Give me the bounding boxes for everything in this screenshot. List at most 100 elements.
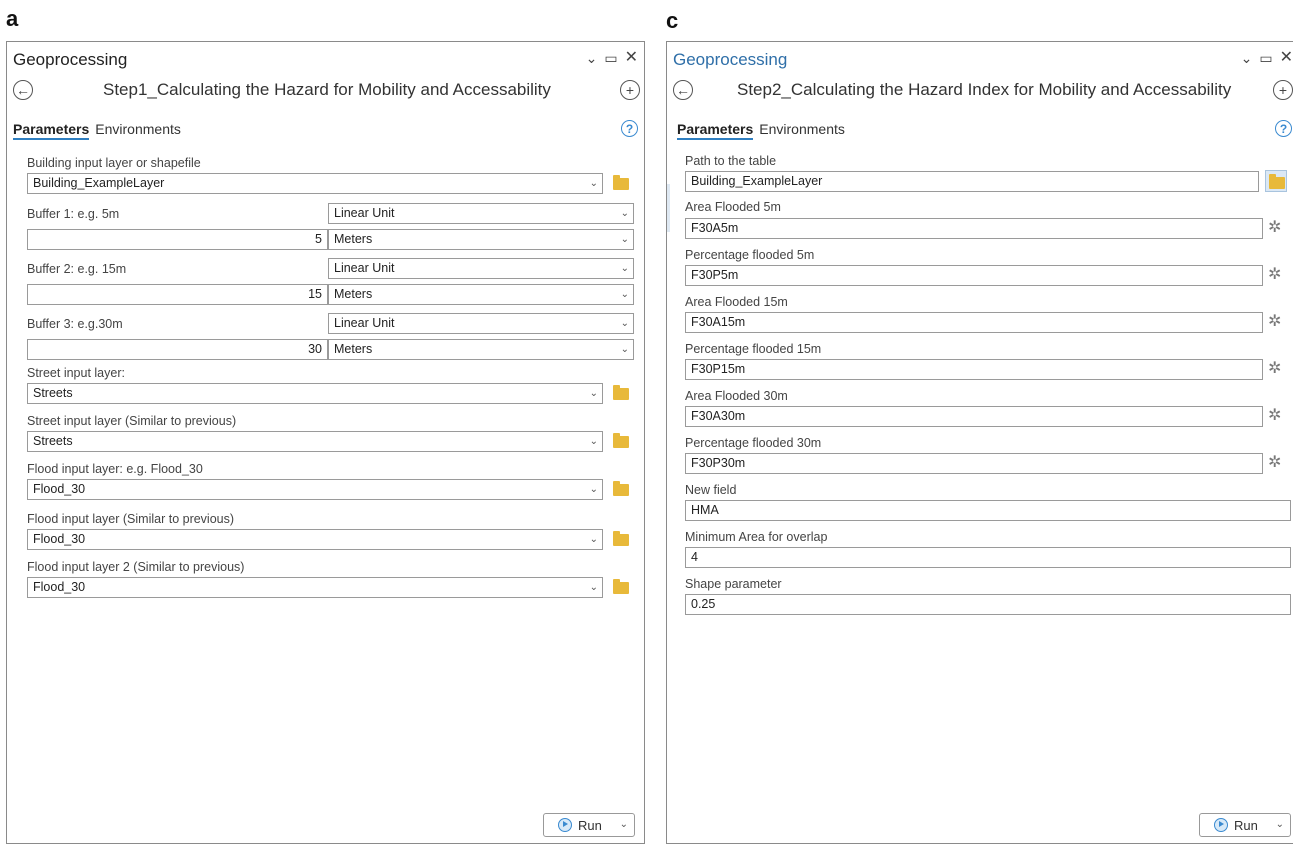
gear-icon[interactable]: ✲ bbox=[1268, 455, 1281, 471]
folder-icon[interactable] bbox=[613, 481, 629, 496]
field-value: Streets bbox=[33, 386, 73, 400]
chevron-down-icon: ⌄ bbox=[620, 208, 629, 219]
street2-input-select[interactable]: Streets ⌄ bbox=[27, 431, 603, 452]
chevron-down-icon[interactable]: ⌄ bbox=[1276, 819, 1284, 830]
param-label: Percentage flooded 15m bbox=[685, 342, 822, 356]
chevron-down-icon: ⌄ bbox=[620, 344, 629, 355]
pane-title: Geoprocessing bbox=[13, 50, 128, 69]
folder-icon[interactable] bbox=[613, 531, 629, 546]
percentage-flooded-30m-field[interactable]: F30P30m bbox=[685, 453, 1263, 474]
param-label: New field bbox=[685, 483, 737, 497]
chevron-down-icon: ⌄ bbox=[589, 436, 598, 447]
buffer3-type-select[interactable]: Linear Unit ⌄ bbox=[328, 313, 634, 334]
panel-letter-a: a bbox=[6, 6, 19, 31]
buffer3-unit-select[interactable]: Meters ⌄ bbox=[328, 339, 634, 360]
buffer1-type-select[interactable]: Linear Unit ⌄ bbox=[328, 203, 634, 224]
field-value: Meters bbox=[334, 287, 373, 301]
tool-nav-row: ← Step2_Calculating the Hazard Index for… bbox=[667, 78, 1293, 108]
param-label: Shape parameter bbox=[685, 577, 782, 591]
tab-parameters[interactable]: Parameters bbox=[13, 121, 90, 140]
geoprocessing-pane-a: Geoprocessing ⌄ ▭ ✕ ← Step1_Calculating … bbox=[6, 41, 645, 844]
param-label: Percentage flooded 5m bbox=[685, 248, 815, 262]
field-value: Linear Unit bbox=[334, 261, 395, 275]
help-icon[interactable]: ? bbox=[1275, 120, 1292, 137]
gear-icon[interactable]: ✲ bbox=[1268, 220, 1281, 236]
back-arrow-icon[interactable]: ← bbox=[13, 80, 33, 100]
add-icon[interactable]: + bbox=[1273, 80, 1293, 100]
param-label: Flood input layer 2 (Similar to previous… bbox=[27, 560, 245, 574]
param-label: Buffer 2: e.g. 15m bbox=[27, 262, 127, 276]
gear-icon[interactable]: ✲ bbox=[1268, 267, 1281, 283]
tool-title: Step2_Calculating the Hazard Index for M… bbox=[737, 80, 1232, 99]
chevron-down-icon[interactable]: ⌄ bbox=[1241, 50, 1253, 66]
run-label: Run bbox=[578, 818, 602, 833]
gear-icon[interactable]: ✲ bbox=[1268, 314, 1281, 330]
folder-button[interactable] bbox=[1265, 170, 1287, 192]
param-label: Area Flooded 15m bbox=[685, 295, 788, 309]
new-field-input[interactable]: HMA bbox=[685, 500, 1291, 521]
param-label: Street input layer (Similar to previous) bbox=[27, 414, 237, 428]
add-icon[interactable]: + bbox=[620, 80, 640, 100]
buffer2-unit-select[interactable]: Meters ⌄ bbox=[328, 284, 634, 305]
chevron-down-icon[interactable]: ⌄ bbox=[620, 819, 628, 830]
window-controls: ⌄ ▭ ✕ bbox=[586, 50, 638, 67]
chevron-down-icon: ⌄ bbox=[589, 582, 598, 593]
field-value: Meters bbox=[334, 342, 373, 356]
shape-parameter-input[interactable]: 0.25 bbox=[685, 594, 1291, 615]
tab-parameters[interactable]: Parameters bbox=[677, 121, 754, 140]
field-value: Meters bbox=[334, 232, 373, 246]
flood2-input-select[interactable]: Flood_30 ⌄ bbox=[27, 529, 603, 550]
minimum-area-input[interactable]: 4 bbox=[685, 547, 1291, 568]
tool-title: Step1_Calculating the Hazard for Mobilit… bbox=[103, 80, 551, 99]
folder-icon bbox=[1269, 174, 1285, 189]
play-icon bbox=[558, 818, 572, 832]
buffer3-value-input[interactable]: 30 bbox=[27, 339, 328, 360]
param-label: Flood input layer (Similar to previous) bbox=[27, 512, 235, 526]
param-label: Buffer 3: e.g.30m bbox=[27, 317, 123, 331]
building-input-select[interactable]: Building_ExampleLayer ⌄ bbox=[27, 173, 603, 194]
param-label: Percentage flooded 30m bbox=[685, 436, 822, 450]
chevron-down-icon: ⌄ bbox=[620, 318, 629, 329]
maximize-icon[interactable]: ▭ bbox=[1259, 50, 1272, 66]
param-label: Flood input layer: e.g. Flood_30 bbox=[27, 462, 203, 476]
area-flooded-15m-field[interactable]: F30A15m bbox=[685, 312, 1263, 333]
buffer2-value-input[interactable]: 15 bbox=[27, 284, 328, 305]
flood-input-select[interactable]: Flood_30 ⌄ bbox=[27, 479, 603, 500]
play-icon bbox=[1214, 818, 1228, 832]
path-to-table-input[interactable]: Building_ExampleLayer bbox=[685, 171, 1259, 192]
chevron-down-icon: ⌄ bbox=[620, 263, 629, 274]
tab-environments[interactable]: Environments bbox=[759, 121, 845, 140]
folder-icon[interactable] bbox=[613, 385, 629, 400]
run-button[interactable]: Run ⌄ bbox=[543, 813, 635, 837]
percentage-flooded-5m-field[interactable]: F30P5m bbox=[685, 265, 1263, 286]
param-label: Buffer 1: e.g. 5m bbox=[27, 207, 120, 221]
flood3-input-select[interactable]: Flood_30 ⌄ bbox=[27, 577, 603, 598]
window-controls: ⌄ ▭ ✕ bbox=[1241, 50, 1293, 67]
tool-tabs: Parameters Environments bbox=[677, 121, 845, 140]
area-flooded-5m-field[interactable]: F30A5m bbox=[685, 218, 1263, 239]
buffer1-value-input[interactable]: 5 bbox=[27, 229, 328, 250]
folder-icon[interactable] bbox=[613, 579, 629, 594]
run-button[interactable]: Run ⌄ bbox=[1199, 813, 1291, 837]
chevron-down-icon[interactable]: ⌄ bbox=[586, 50, 598, 66]
maximize-icon[interactable]: ▭ bbox=[604, 50, 617, 66]
close-icon[interactable]: ✕ bbox=[1280, 50, 1293, 66]
gear-icon[interactable]: ✲ bbox=[1268, 361, 1281, 377]
field-value: Building_ExampleLayer bbox=[33, 176, 165, 190]
close-icon[interactable]: ✕ bbox=[625, 50, 638, 66]
param-label: Minimum Area for overlap bbox=[685, 530, 828, 544]
buffer2-type-select[interactable]: Linear Unit ⌄ bbox=[328, 258, 634, 279]
panel-letter-c: c bbox=[666, 8, 679, 33]
percentage-flooded-15m-field[interactable]: F30P15m bbox=[685, 359, 1263, 380]
gear-icon[interactable]: ✲ bbox=[1268, 408, 1281, 424]
street-input-select[interactable]: Streets ⌄ bbox=[27, 383, 603, 404]
param-label: Area Flooded 30m bbox=[685, 389, 788, 403]
folder-icon[interactable] bbox=[613, 433, 629, 448]
help-icon[interactable]: ? bbox=[621, 120, 638, 137]
folder-icon[interactable] bbox=[613, 175, 629, 190]
back-arrow-icon[interactable]: ← bbox=[673, 80, 693, 100]
tool-nav-row: ← Step1_Calculating the Hazard for Mobil… bbox=[7, 78, 644, 108]
area-flooded-30m-field[interactable]: F30A30m bbox=[685, 406, 1263, 427]
buffer1-unit-select[interactable]: Meters ⌄ bbox=[328, 229, 634, 250]
tab-environments[interactable]: Environments bbox=[95, 121, 181, 140]
